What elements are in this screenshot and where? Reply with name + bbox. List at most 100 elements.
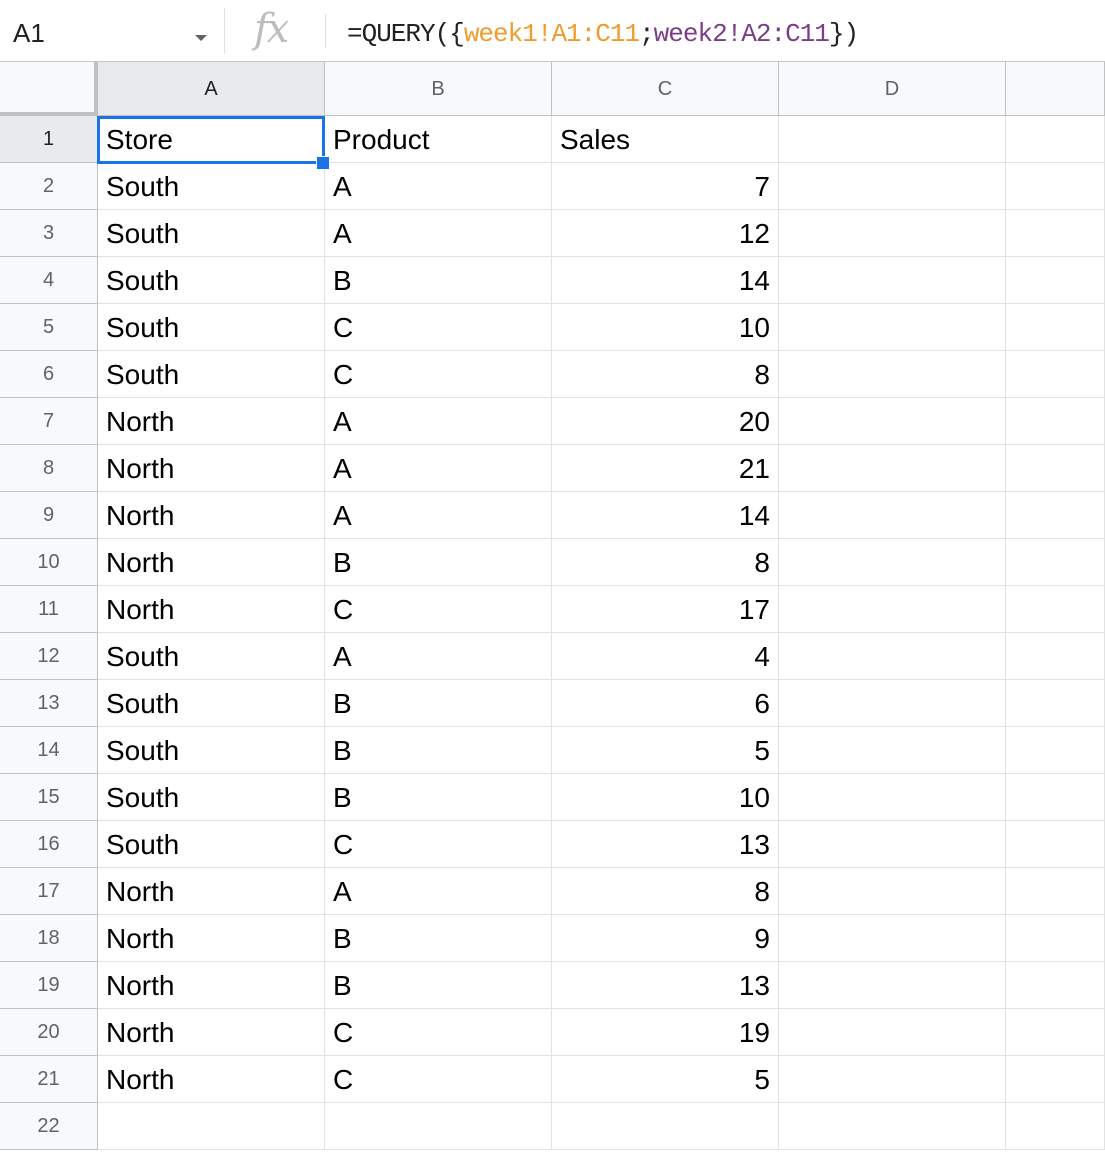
column-header-b[interactable]: B: [325, 62, 552, 116]
cell-a12[interactable]: South: [98, 633, 325, 680]
cell-c5[interactable]: 10: [552, 304, 779, 351]
cell-d2[interactable]: [779, 163, 1006, 210]
cell-b4[interactable]: B: [325, 257, 552, 304]
cell-d6[interactable]: [779, 351, 1006, 398]
cell-b5[interactable]: C: [325, 304, 552, 351]
cell-c17[interactable]: 8: [552, 868, 779, 915]
cell-d19[interactable]: [779, 962, 1006, 1009]
cell-a14[interactable]: South: [98, 727, 325, 774]
row-header-17[interactable]: 17: [0, 868, 98, 915]
cell-d10[interactable]: [779, 539, 1006, 586]
fill-handle[interactable]: [316, 156, 330, 170]
cell-e9[interactable]: [1006, 492, 1105, 539]
cell-a2[interactable]: South: [98, 163, 325, 210]
cell-d15[interactable]: [779, 774, 1006, 821]
chevron-down-icon[interactable]: [195, 35, 207, 41]
row-header-12[interactable]: 12: [0, 633, 98, 680]
cell-e20[interactable]: [1006, 1009, 1105, 1056]
row-header-15[interactable]: 15: [0, 774, 98, 821]
cell-e18[interactable]: [1006, 915, 1105, 962]
row-header-2[interactable]: 2: [0, 163, 98, 210]
row-header-13[interactable]: 13: [0, 680, 98, 727]
cell-d13[interactable]: [779, 680, 1006, 727]
cell-a16[interactable]: South: [98, 821, 325, 868]
cell-c11[interactable]: 17: [552, 586, 779, 633]
cell-c18[interactable]: 9: [552, 915, 779, 962]
cell-c19[interactable]: 13: [552, 962, 779, 1009]
cell-c12[interactable]: 4: [552, 633, 779, 680]
cell-b14[interactable]: B: [325, 727, 552, 774]
cell-b16[interactable]: C: [325, 821, 552, 868]
cell-e13[interactable]: [1006, 680, 1105, 727]
cell-e6[interactable]: [1006, 351, 1105, 398]
cell-b21[interactable]: C: [325, 1056, 552, 1103]
cell-c3[interactable]: 12: [552, 210, 779, 257]
row-header-3[interactable]: 3: [0, 210, 98, 257]
cell-b20[interactable]: C: [325, 1009, 552, 1056]
row-header-10[interactable]: 10: [0, 539, 98, 586]
cell-a20[interactable]: North: [98, 1009, 325, 1056]
row-header-9[interactable]: 9: [0, 492, 98, 539]
cell-c15[interactable]: 10: [552, 774, 779, 821]
cell-c13[interactable]: 6: [552, 680, 779, 727]
cell-d4[interactable]: [779, 257, 1006, 304]
row-header-16[interactable]: 16: [0, 821, 98, 868]
row-header-22[interactable]: 22: [0, 1103, 98, 1150]
cell-c1[interactable]: Sales: [552, 116, 779, 163]
row-header-1[interactable]: 1: [0, 116, 98, 163]
cell-c4[interactable]: 14: [552, 257, 779, 304]
cell-e8[interactable]: [1006, 445, 1105, 492]
cell-a19[interactable]: North: [98, 962, 325, 1009]
name-box[interactable]: A1: [0, 8, 225, 54]
cell-b7[interactable]: A: [325, 398, 552, 445]
row-header-6[interactable]: 6: [0, 351, 98, 398]
cell-b1[interactable]: Product: [325, 116, 552, 163]
cell-e12[interactable]: [1006, 633, 1105, 680]
cell-a9[interactable]: North: [98, 492, 325, 539]
column-header-a[interactable]: A: [98, 62, 325, 116]
cell-a8[interactable]: North: [98, 445, 325, 492]
row-header-11[interactable]: 11: [0, 586, 98, 633]
cell-e22[interactable]: [1006, 1103, 1105, 1150]
cell-b3[interactable]: A: [325, 210, 552, 257]
cell-a5[interactable]: South: [98, 304, 325, 351]
cell-e16[interactable]: [1006, 821, 1105, 868]
cell-a22[interactable]: [98, 1103, 325, 1150]
cell-b9[interactable]: A: [325, 492, 552, 539]
cell-a15[interactable]: South: [98, 774, 325, 821]
cell-e21[interactable]: [1006, 1056, 1105, 1103]
cell-c10[interactable]: 8: [552, 539, 779, 586]
cell-c2[interactable]: 7: [552, 163, 779, 210]
column-header-extra[interactable]: [1006, 62, 1105, 116]
cell-d22[interactable]: [779, 1103, 1006, 1150]
cell-b18[interactable]: B: [325, 915, 552, 962]
cell-c7[interactable]: 20: [552, 398, 779, 445]
cell-e1[interactable]: [1006, 116, 1105, 163]
cell-e17[interactable]: [1006, 868, 1105, 915]
cell-b6[interactable]: C: [325, 351, 552, 398]
cell-b13[interactable]: B: [325, 680, 552, 727]
cell-b10[interactable]: B: [325, 539, 552, 586]
cell-c20[interactable]: 19: [552, 1009, 779, 1056]
row-header-7[interactable]: 7: [0, 398, 98, 445]
cell-b22[interactable]: [325, 1103, 552, 1150]
column-header-d[interactable]: D: [779, 62, 1006, 116]
cell-d3[interactable]: [779, 210, 1006, 257]
cell-c6[interactable]: 8: [552, 351, 779, 398]
cell-e10[interactable]: [1006, 539, 1105, 586]
cell-a11[interactable]: North: [98, 586, 325, 633]
cell-e5[interactable]: [1006, 304, 1105, 351]
row-header-18[interactable]: 18: [0, 915, 98, 962]
cell-a7[interactable]: North: [98, 398, 325, 445]
cell-c21[interactable]: 5: [552, 1056, 779, 1103]
cell-d8[interactable]: [779, 445, 1006, 492]
cell-e7[interactable]: [1006, 398, 1105, 445]
cell-d5[interactable]: [779, 304, 1006, 351]
cell-e15[interactable]: [1006, 774, 1105, 821]
select-all-corner[interactable]: [0, 62, 98, 116]
cell-a4[interactable]: South: [98, 257, 325, 304]
cell-d1[interactable]: [779, 116, 1006, 163]
column-header-c[interactable]: C: [552, 62, 779, 116]
cell-d20[interactable]: [779, 1009, 1006, 1056]
cell-d17[interactable]: [779, 868, 1006, 915]
